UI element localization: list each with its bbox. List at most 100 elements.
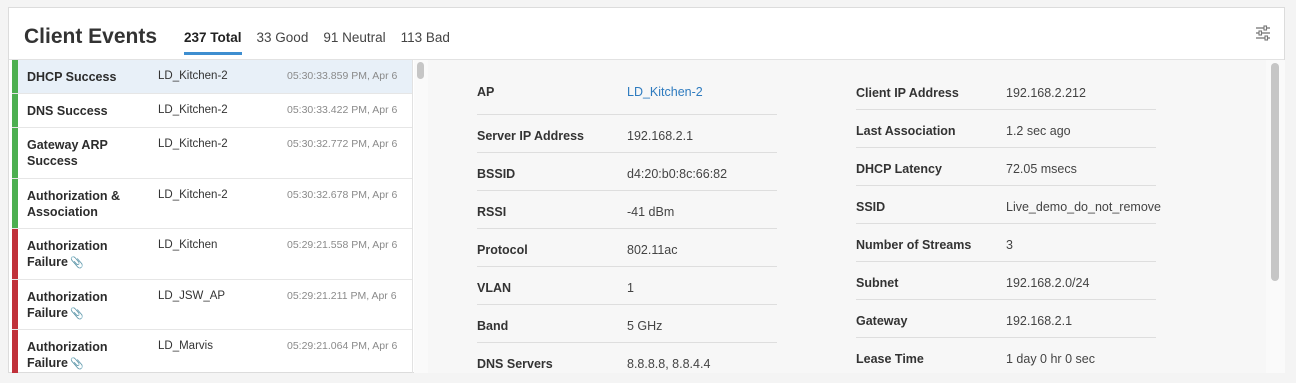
detail-row: DHCP Latency 72.05 msecs (856, 148, 1156, 186)
detail-value: 72.05 msecs (1006, 162, 1077, 176)
status-bar-good (12, 60, 18, 93)
event-ap: LD_Kitchen-2 (158, 104, 228, 116)
detail-label: SSID (856, 200, 886, 214)
status-bar-bad (12, 279, 18, 329)
detail-label: Client IP Address (856, 86, 959, 100)
detail-value: 192.168.2.212 (1006, 86, 1086, 100)
detail-row: Subnet 192.168.2.0/24 (856, 262, 1156, 300)
list-item[interactable]: Authorization & Association LD_Kitchen-2… (12, 178, 412, 229)
paperclip-icon[interactable]: 📎 (70, 255, 84, 271)
scrollbar-thumb[interactable] (417, 62, 424, 79)
detail-row: Server IP Address 192.168.2.1 (477, 115, 777, 153)
list-item[interactable]: Authorization Failure 📎 LD_Kitchen 05:29:… (12, 229, 412, 280)
event-list-scrollbar[interactable] (414, 60, 428, 373)
list-item[interactable]: Authorization Failure 📎 LD_Marvis 05:29:2… (12, 330, 412, 373)
detail-row: Client IP Address 192.168.2.212 (856, 72, 1156, 110)
panel-header: Client Events 237 Total 33 Good 91 Neutr… (9, 8, 1284, 60)
tab-bad[interactable]: 113 Bad (401, 30, 450, 55)
detail-row: BSSID d4:20:b0:8c:66:82 (477, 153, 777, 191)
ap-link[interactable]: LD_Kitchen-2 (627, 85, 703, 99)
detail-row: Band 5 GHz (477, 305, 777, 343)
event-ap: LD_Kitchen (158, 239, 218, 251)
detail-label: BSSID (477, 167, 516, 181)
tab-total[interactable]: 237 Total (184, 30, 242, 55)
event-name: Authorization Failure 📎 (27, 289, 147, 322)
event-filter-tabs: 237 Total 33 Good 91 Neutral 113 Bad (184, 30, 465, 55)
event-name: Gateway ARP Success (27, 138, 108, 168)
event-ap: LD_Kitchen-2 (158, 70, 228, 82)
details-scrollbar[interactable] (1266, 60, 1285, 373)
event-time: 05:30:33.859 PM, Apr 6 (287, 70, 398, 82)
detail-value: 192.168.2.1 (1006, 314, 1073, 328)
event-time: 05:30:32.678 PM, Apr 6 (287, 188, 398, 201)
detail-row: DNS Servers 8.8.8.8, 8.8.4.4 (477, 343, 777, 373)
detail-row: RSSI -41 dBm (477, 191, 777, 229)
event-name-text: Authorization Failure (27, 239, 108, 269)
event-ap: LD_Kitchen-2 (158, 188, 228, 201)
detail-row: Protocol 802.11ac (477, 229, 777, 267)
detail-label: AP (477, 85, 495, 99)
detail-row: Gateway 192.168.2.1 (856, 300, 1156, 338)
event-ap: LD_Kitchen-2 (158, 138, 228, 150)
page-title: Client Events (24, 25, 158, 48)
detail-row: Last Association 1.2 sec ago (856, 110, 1156, 148)
detail-label: Subnet (856, 276, 899, 290)
detail-label: DNS Servers (477, 357, 553, 371)
detail-row: Lease Time 1 day 0 hr 0 sec (856, 338, 1156, 373)
event-name: Authorization Failure 📎 (27, 339, 147, 372)
detail-value: -41 dBm (627, 205, 675, 219)
detail-value: 8.8.8.8, 8.8.4.4 (627, 357, 711, 371)
detail-row: AP LD_Kitchen-2 (477, 72, 777, 115)
detail-value: 5 GHz (627, 319, 663, 333)
event-details: AP LD_Kitchen-2 Server IP Address 192.16… (428, 60, 1266, 373)
status-bar-good (12, 178, 18, 228)
detail-label: Last Association (856, 124, 956, 138)
event-time: 05:30:32.772 PM, Apr 6 (287, 138, 398, 150)
scrollbar-thumb[interactable] (1271, 63, 1279, 281)
detail-label: Server IP Address (477, 129, 585, 143)
paperclip-icon[interactable]: 📎 (70, 356, 84, 372)
event-ap: LD_Marvis (158, 340, 213, 352)
event-name: DNS Success (27, 104, 108, 118)
event-name: Authorization & Association (27, 188, 121, 219)
event-name: DHCP Success (27, 70, 117, 84)
list-item[interactable]: Gateway ARP Success LD_Kitchen-2 05:30:3… (12, 128, 412, 179)
detail-row: VLAN 1 (477, 267, 777, 305)
detail-value: 3 (1006, 238, 1013, 252)
paperclip-icon[interactable]: 📎 (70, 306, 84, 322)
detail-label: Protocol (477, 243, 528, 257)
detail-value: 192.168.2.1 (627, 129, 694, 143)
detail-value: d4:20:b0:8c:66:82 (627, 167, 728, 181)
status-bar-good (12, 94, 18, 127)
detail-row: Number of Streams 3 (856, 224, 1156, 262)
event-name-text: Authorization Failure (27, 289, 108, 320)
details-column-left: AP LD_Kitchen-2 Server IP Address 192.16… (477, 72, 777, 373)
status-bar-bad (12, 229, 18, 279)
detail-label: DHCP Latency (856, 162, 942, 176)
status-bar-bad (12, 330, 18, 373)
event-name-text: Authorization Failure (27, 340, 108, 370)
event-name: Authorization Failure 📎 (27, 238, 147, 271)
list-item[interactable]: DHCP Success LD_Kitchen-2 05:30:33.859 P… (12, 60, 412, 94)
detail-label: Number of Streams (856, 238, 972, 252)
detail-value: 1.2 sec ago (1006, 124, 1071, 138)
tab-good[interactable]: 33 Good (257, 30, 309, 55)
status-bar-good (12, 128, 18, 178)
event-time: 05:29:21.211 PM, Apr 6 (287, 289, 397, 302)
detail-label: Gateway (856, 314, 908, 328)
sliders-icon[interactable] (1255, 25, 1271, 41)
client-events-panel: Client Events 237 Total 33 Good 91 Neutr… (8, 7, 1285, 373)
detail-label: RSSI (477, 205, 507, 219)
event-time: 05:29:21.064 PM, Apr 6 (287, 340, 398, 352)
event-time: 05:30:33.422 PM, Apr 6 (287, 104, 398, 116)
detail-row: SSID Live_demo_do_not_remove (856, 186, 1161, 224)
tab-neutral[interactable]: 91 Neutral (323, 30, 385, 55)
detail-label: Band (477, 319, 509, 333)
event-list: DHCP Success LD_Kitchen-2 05:30:33.859 P… (12, 60, 413, 373)
detail-value: 802.11ac (627, 243, 678, 257)
detail-value: 1 (627, 281, 634, 295)
detail-value: 1 day 0 hr 0 sec (1006, 352, 1095, 366)
list-item[interactable]: Authorization Failure 📎 LD_JSW_AP 05:29:2… (12, 279, 412, 330)
detail-value: Live_demo_do_not_remove (1006, 200, 1161, 214)
list-item[interactable]: DNS Success LD_Kitchen-2 05:30:33.422 PM… (12, 94, 412, 128)
